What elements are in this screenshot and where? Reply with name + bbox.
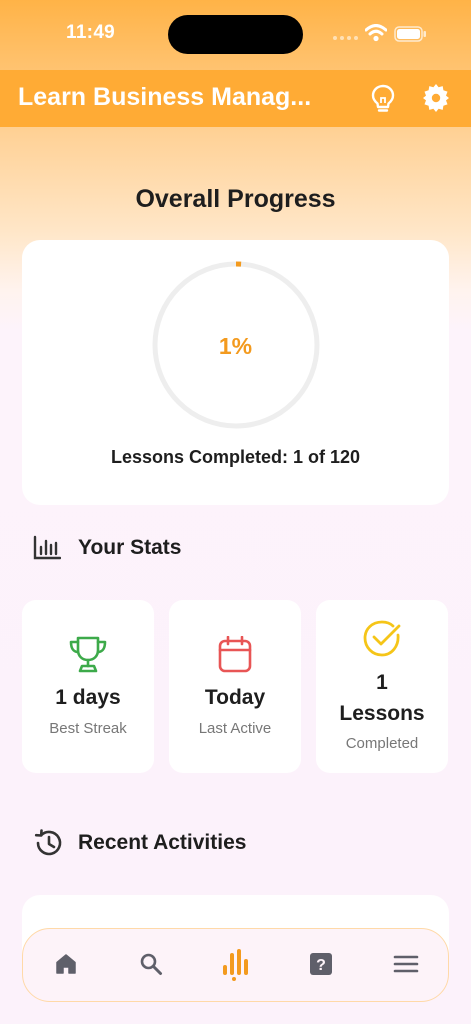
recent-title: Recent Activities bbox=[78, 831, 247, 854]
progress-card: 1% Lessons Completed: 1 of 120 bbox=[22, 240, 449, 505]
tab-menu[interactable] bbox=[389, 947, 423, 981]
stat-label: Last Active bbox=[198, 720, 272, 737]
history-icon bbox=[34, 829, 62, 856]
battery-icon bbox=[394, 26, 426, 42]
lightbulb-icon[interactable] bbox=[370, 84, 396, 114]
stat-value: 1 days bbox=[55, 686, 121, 709]
stat-card-best-streak: 1 days Best Streak bbox=[22, 600, 154, 773]
quiz-icon: ? bbox=[310, 953, 332, 975]
tab-bar: ? bbox=[22, 928, 449, 1002]
tab-search[interactable] bbox=[134, 947, 168, 981]
menu-icon bbox=[393, 955, 419, 973]
stats-icon bbox=[223, 949, 248, 981]
tab-home[interactable] bbox=[49, 947, 83, 981]
stats-header: Your Stats bbox=[33, 535, 181, 561]
calendar-icon bbox=[218, 636, 252, 673]
stat-label: Completed bbox=[345, 735, 419, 752]
stats-title: Your Stats bbox=[78, 536, 182, 559]
bar-chart-icon bbox=[33, 535, 61, 560]
tab-stats[interactable] bbox=[219, 947, 253, 981]
stat-value-count: 1 bbox=[376, 671, 388, 694]
dynamic-island bbox=[168, 15, 303, 54]
stat-value: Today bbox=[204, 686, 266, 709]
settings-icon[interactable] bbox=[421, 83, 451, 113]
wifi-icon bbox=[365, 24, 387, 42]
stat-label: Best Streak bbox=[49, 720, 127, 737]
status-time: 11:49 bbox=[66, 22, 116, 43]
app-title: Learn Business Manag... bbox=[18, 83, 312, 111]
lessons-completed-text: Lessons Completed: 1 of 120 bbox=[110, 447, 361, 467]
stat-card-last-active: Today Last Active bbox=[169, 600, 301, 773]
search-icon bbox=[140, 953, 162, 975]
check-circle-icon bbox=[363, 620, 401, 657]
overall-progress-title: Overall Progress bbox=[135, 185, 336, 213]
signal-icon bbox=[333, 36, 358, 40]
tab-quiz[interactable]: ? bbox=[304, 947, 338, 981]
stat-card-lessons-completed: 1 Lessons Completed bbox=[316, 600, 448, 773]
stat-value-unit: Lessons bbox=[339, 702, 425, 725]
home-icon bbox=[56, 954, 76, 974]
status-bar: 11:49 bbox=[0, 0, 471, 70]
progress-percent: 1% bbox=[218, 333, 253, 359]
recent-header: Recent Activities bbox=[33, 828, 246, 858]
trophy-icon bbox=[69, 636, 107, 673]
app-header: Learn Business Manag... bbox=[0, 70, 471, 127]
svg-text:?: ? bbox=[316, 957, 326, 974]
